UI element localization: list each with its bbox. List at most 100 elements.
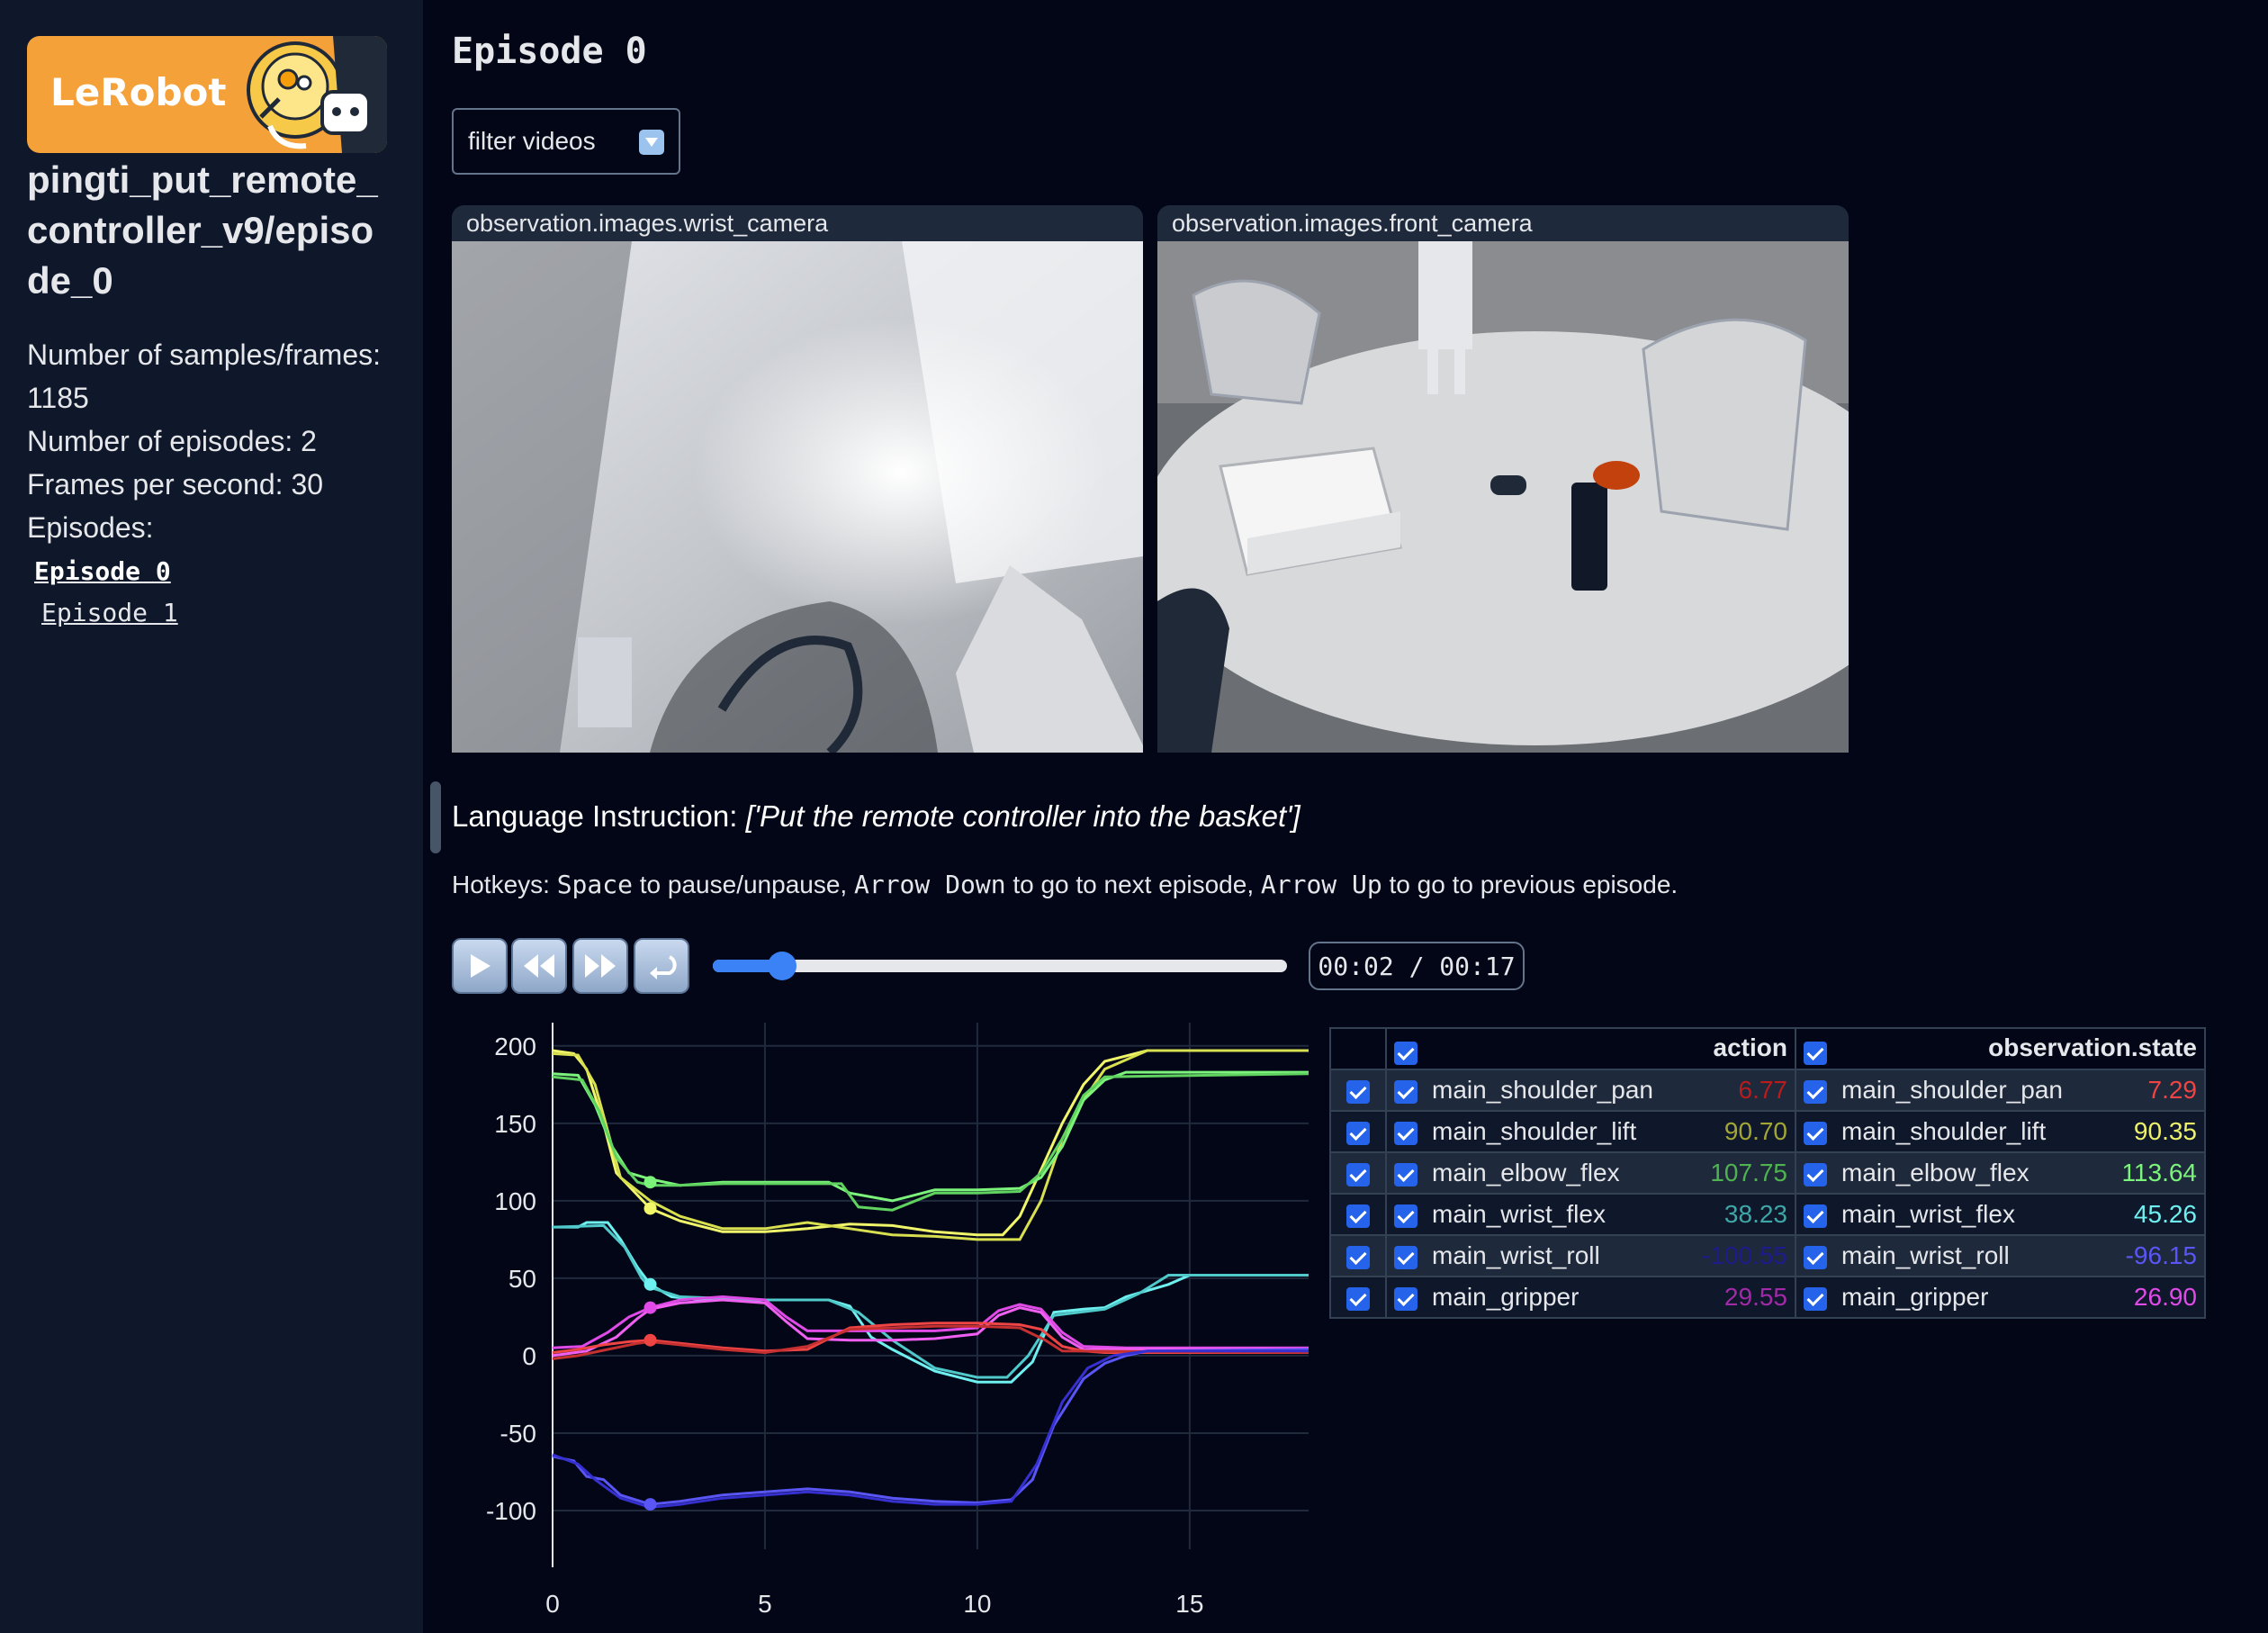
action-cell: main_shoulder_lift 90.70 [1385, 1110, 1796, 1153]
episode-link-1[interactable]: Episode 1 [41, 592, 178, 634]
logo-text: LeRobot [50, 70, 227, 114]
y-tick-label: -100 [486, 1497, 536, 1525]
hotkeys-text-2: to go to next episode, [1005, 871, 1261, 898]
wrist-camera-video[interactable]: observation.images.wrist_camera [452, 205, 1143, 753]
filter-videos-label: filter videos [468, 127, 596, 155]
state-cell: main_shoulder_lift 90.35 [1795, 1110, 2206, 1153]
y-tick-label: -50 [500, 1420, 536, 1448]
episode-link-0[interactable]: Episode 0 [34, 551, 178, 592]
state-checkbox[interactable] [1804, 1286, 1827, 1311]
state-value: 113.64 [2121, 1159, 2197, 1186]
state-cell: main_elbow_flex 113.64 [1795, 1151, 2206, 1195]
state-checkbox[interactable] [1804, 1204, 1827, 1228]
row-checkbox-cell [1329, 1069, 1387, 1112]
row-checkbox[interactable] [1346, 1162, 1370, 1186]
action-value: 38.23 [1724, 1200, 1787, 1228]
action-joint-name: main_shoulder_pan [1432, 1076, 1653, 1104]
x-tick-label: 5 [758, 1590, 772, 1618]
restart-icon [650, 955, 677, 979]
action-joint-name: main_elbow_flex [1432, 1159, 1620, 1186]
table-row: main_gripper 29.55 main_gripper 26.90 [1329, 1276, 2206, 1319]
state-value: 90.35 [2133, 1117, 2197, 1145]
state-header-label: observation.state [1988, 1033, 2197, 1061]
state-joint-name: main_shoulder_lift [1841, 1117, 2047, 1145]
state-cell: main_shoulder_pan 7.29 [1795, 1069, 2206, 1112]
action-column-header: action [1385, 1027, 1796, 1070]
action-checkbox[interactable] [1394, 1079, 1418, 1104]
state-checkbox[interactable] [1804, 1121, 1827, 1145]
hotkeys-help: Hotkeys: Space to pause/unpause, Arrow D… [452, 870, 1678, 899]
action-column-checkbox[interactable] [1394, 1041, 1418, 1065]
table-row: main_elbow_flex 107.75 main_elbow_flex 113.… [1329, 1151, 2206, 1195]
row-checkbox[interactable] [1346, 1286, 1370, 1311]
action-checkbox[interactable] [1394, 1286, 1418, 1311]
timeline-thumb[interactable] [767, 952, 796, 980]
sidebar-resize-handle[interactable] [430, 781, 441, 853]
action-value: -100.55 [1702, 1241, 1787, 1269]
action-cell: main_wrist_roll -100.55 [1385, 1234, 1796, 1277]
wrist-camera-frame [452, 241, 1143, 753]
info-episodes-heading: Episodes: [27, 511, 154, 544]
timeline-slider[interactable] [713, 960, 1287, 972]
state-cell: main_wrist_flex 45.26 [1795, 1193, 2206, 1236]
state-value: -96.15 [2125, 1241, 2197, 1269]
row-checkbox-cell [1329, 1151, 1387, 1195]
play-icon [471, 954, 490, 978]
state-joint-name: main_gripper [1841, 1283, 1989, 1311]
state-cell: main_wrist_roll -96.15 [1795, 1234, 2206, 1277]
action-value: 107.75 [1710, 1159, 1787, 1186]
action-checkbox[interactable] [1394, 1162, 1418, 1186]
action-checkbox[interactable] [1394, 1121, 1418, 1145]
table-row: main_shoulder_pan 6.77 main_shoulder_pan 7.… [1329, 1069, 2206, 1112]
cursor-marker [644, 1277, 657, 1291]
action-checkbox[interactable] [1394, 1204, 1418, 1228]
state-checkbox[interactable] [1804, 1162, 1827, 1186]
fast-forward-button[interactable] [572, 938, 628, 994]
action-value: 90.70 [1724, 1117, 1787, 1145]
table-row: main_shoulder_lift 90.70 main_shoulder_lif… [1329, 1110, 2206, 1153]
restart-button[interactable] [634, 938, 689, 994]
y-tick-label: 50 [508, 1265, 536, 1293]
x-tick-label: 0 [545, 1590, 560, 1618]
cursor-marker [644, 1176, 657, 1189]
series-line [552, 1049, 1309, 1237]
hotkeys-text-1: to pause/unpause, [633, 871, 854, 898]
row-checkbox[interactable] [1346, 1245, 1370, 1269]
cursor-marker [644, 1202, 657, 1215]
robot-mascot-icon [247, 36, 387, 153]
action-value: 6.77 [1738, 1076, 1788, 1104]
action-value: 29.55 [1724, 1283, 1787, 1311]
action-cell: main_gripper 29.55 [1385, 1276, 1796, 1319]
play-button[interactable] [452, 938, 508, 994]
state-column-checkbox[interactable] [1804, 1041, 1827, 1065]
rewind-icon [524, 954, 554, 978]
state-checkbox[interactable] [1804, 1079, 1827, 1104]
y-tick-label: 100 [494, 1187, 536, 1215]
row-checkbox-cell [1329, 1276, 1387, 1319]
hotkeys-text-3: to go to previous episode. [1382, 871, 1678, 898]
y-tick-label: 0 [522, 1342, 536, 1370]
series-line [552, 1049, 1309, 1241]
rewind-button[interactable] [511, 938, 567, 994]
row-checkbox-cell [1329, 1234, 1387, 1277]
state-value: 26.90 [2133, 1283, 2197, 1311]
state-checkbox[interactable] [1804, 1245, 1827, 1269]
language-instruction: Language Instruction: ['Put the remote c… [452, 799, 1300, 834]
lerobot-logo[interactable]: LeRobot [27, 36, 387, 153]
filter-videos-button[interactable]: filter videos [452, 108, 680, 175]
front-camera-frame [1157, 241, 1849, 753]
y-tick-label: 200 [494, 1033, 536, 1060]
time-display: 00:02 / 00:17 [1309, 942, 1525, 990]
hotkey-arrow-down: Arrow Down [853, 870, 1006, 899]
header-empty [1329, 1027, 1387, 1070]
action-checkbox[interactable] [1394, 1245, 1418, 1269]
series-line [552, 1348, 1310, 1506]
row-checkbox[interactable] [1346, 1204, 1370, 1228]
line-chart[interactable]: 200 150 100 50 0 -50 -100 0 5 10 15 [452, 1014, 1316, 1626]
cursor-marker [644, 1333, 657, 1347]
front-camera-video[interactable]: observation.images.front_camera [1157, 205, 1849, 753]
action-cell: main_shoulder_pan 6.77 [1385, 1069, 1796, 1112]
row-checkbox[interactable] [1346, 1121, 1370, 1145]
page-title: Episode 0 [452, 31, 647, 72]
row-checkbox[interactable] [1346, 1079, 1370, 1104]
